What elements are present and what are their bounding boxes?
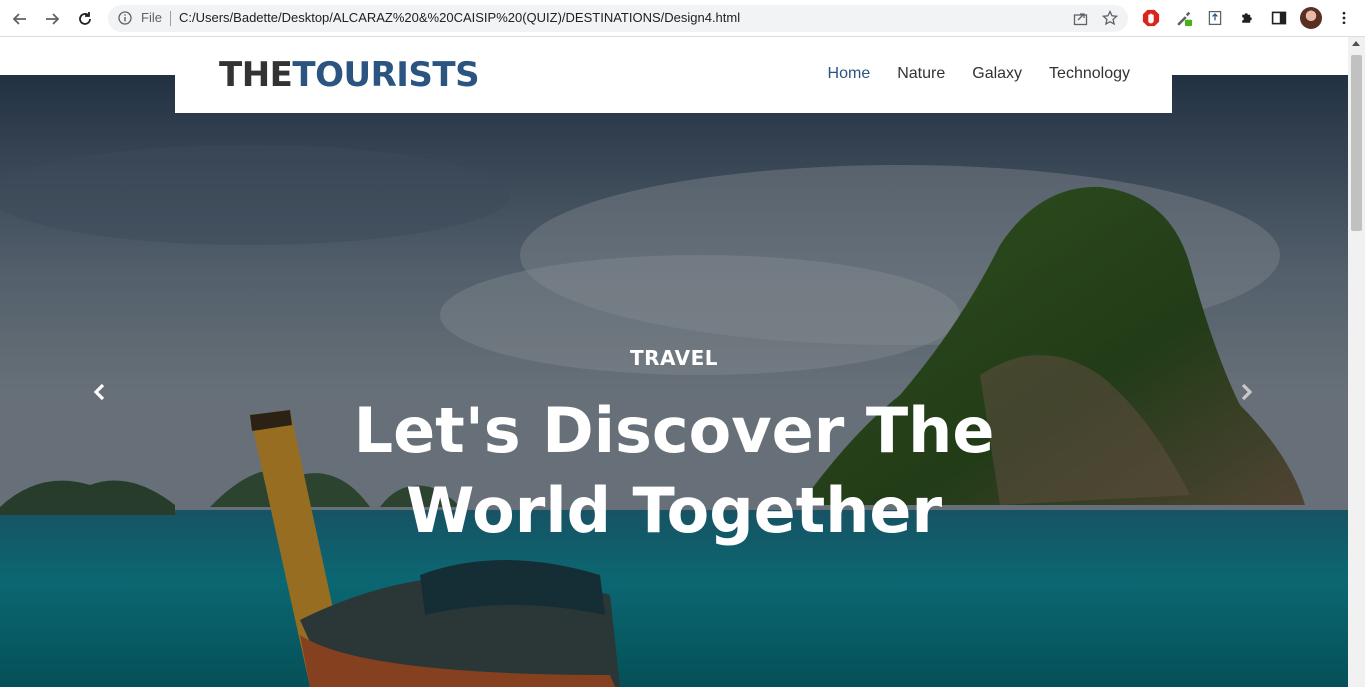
hero-eyebrow: TRAVEL (629, 346, 719, 370)
eyedropper-extension-icon[interactable] (1174, 8, 1194, 28)
page-viewport: TRAVEL Let's Discover The World Together… (0, 37, 1348, 687)
browser-toolbar: File C:/Users/Badette/Desktop/ALCARAZ%20… (0, 0, 1365, 37)
url-text[interactable]: C:/Users/Badette/Desktop/ALCARAZ%20&%20C… (179, 10, 740, 25)
sidepanel-icon[interactable] (1269, 8, 1289, 28)
extension-icon[interactable] (1205, 8, 1225, 28)
hero-headline-line1: Let's Discover The (353, 394, 995, 467)
site-header: THETOURISTS Home Nature Galaxy Technolog… (175, 37, 1172, 113)
adblock-extension-icon[interactable] (1141, 8, 1161, 28)
menu-icon[interactable] (1334, 8, 1354, 28)
main-nav: Home Nature Galaxy Technology (828, 65, 1130, 83)
hero-headline: Let's Discover The World Together (0, 391, 1348, 551)
nav-galaxy[interactable]: Galaxy (972, 65, 1022, 83)
forward-icon[interactable] (41, 8, 63, 30)
star-icon[interactable] (1102, 10, 1118, 26)
nav-nature[interactable]: Nature (897, 65, 945, 83)
puzzle-icon[interactable] (1237, 8, 1257, 28)
back-icon[interactable] (9, 8, 31, 30)
divider (170, 11, 171, 26)
info-icon[interactable] (118, 11, 132, 25)
chevron-left-icon[interactable] (90, 382, 110, 402)
scroll-thumb[interactable] (1351, 55, 1362, 231)
share-icon[interactable] (1073, 11, 1088, 26)
file-label: File (141, 10, 162, 25)
hero-headline-line2: World Together (405, 474, 943, 547)
hero-overlay (0, 75, 1348, 687)
site-logo[interactable]: THETOURISTS (219, 55, 480, 95)
hero-carousel: TRAVEL Let's Discover The World Together (0, 75, 1348, 687)
logo-part1: THE (219, 55, 293, 95)
logo-part2: TOURISTS (292, 55, 480, 95)
address-bar[interactable]: File C:/Users/Badette/Desktop/ALCARAZ%20… (108, 5, 1128, 32)
avatar[interactable] (1300, 7, 1322, 29)
scroll-up-icon[interactable] (1352, 41, 1360, 46)
nav-home[interactable]: Home (828, 65, 871, 83)
vertical-scrollbar[interactable] (1348, 37, 1365, 687)
nav-technology[interactable]: Technology (1049, 65, 1130, 83)
reload-icon[interactable] (74, 8, 96, 30)
chevron-right-icon[interactable] (1236, 382, 1256, 402)
